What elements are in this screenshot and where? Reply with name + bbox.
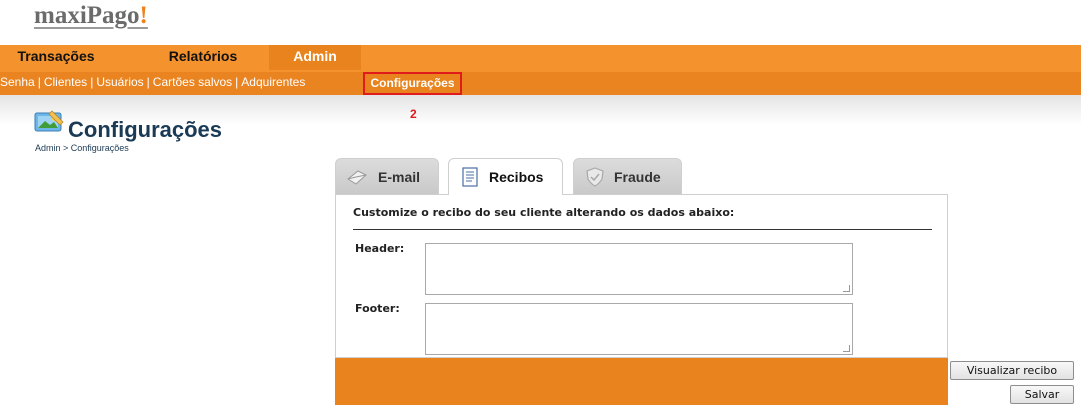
sub-nav-clientes[interactable]: Clientes <box>44 75 87 89</box>
resize-grip-icon[interactable] <box>843 345 850 352</box>
tab-fraude-label: Fraude <box>614 169 661 185</box>
separator: | <box>90 75 94 89</box>
divider <box>353 229 932 230</box>
top-tab-transacoes[interactable]: Transações <box>0 45 112 70</box>
annotation-marker: 2 <box>410 107 417 121</box>
page-title: Configurações <box>68 117 223 142</box>
separator: | <box>146 75 150 89</box>
settings-picture-icon <box>34 110 64 132</box>
preview-receipt-button[interactable]: Visualizar recibo <box>950 361 1074 380</box>
breadcrumb: Admin > Configurações <box>35 143 129 153</box>
receipt-settings-panel: Customize o recibo do seu cliente altera… <box>335 194 948 358</box>
sub-nav-adquirentes[interactable]: Adquirentes <box>241 75 305 89</box>
header-label: Header: <box>355 242 405 255</box>
tab-recibos-label: Recibos <box>489 169 544 185</box>
sub-nav-links: Senha | Clientes | Usuários | Cartões salvos | A… <box>0 72 305 95</box>
top-navigation: Transações Relatórios Admin <box>0 45 1081 73</box>
sub-nav-usuarios[interactable]: Usuários <box>96 75 143 89</box>
tab-recibos[interactable]: Recibos <box>448 158 563 195</box>
tab-email-label: E-mail <box>378 169 421 185</box>
tab-email[interactable]: E-mail <box>335 158 439 194</box>
separator: | <box>235 75 239 89</box>
separator: | <box>37 75 41 89</box>
header-textarea[interactable] <box>425 243 853 295</box>
sub-nav-configuracoes-current[interactable]: Configurações <box>363 72 462 95</box>
sub-nav-cartoes-salvos[interactable]: Cartões salvos <box>153 75 232 89</box>
sub-nav-senha[interactable]: Senha <box>0 75 35 89</box>
save-button[interactable]: Salvar <box>1010 385 1074 404</box>
tab-fraude[interactable]: Fraude <box>573 158 682 194</box>
instructions-text: Customize o recibo do seu cliente altera… <box>353 206 735 219</box>
shield-icon <box>586 167 604 187</box>
footer-label: Footer: <box>355 302 400 315</box>
footer-textarea[interactable] <box>425 303 853 355</box>
panel-footer-bar <box>335 358 948 405</box>
sub-navigation: Senha | Clientes | Usuários | Cartões salvos | A… <box>0 72 1081 95</box>
resize-grip-icon[interactable] <box>843 285 850 292</box>
envelope-icon <box>347 170 367 185</box>
top-tab-admin[interactable]: Admin <box>269 45 361 70</box>
receipt-icon <box>462 167 478 187</box>
top-tab-relatorios[interactable]: Relatórios <box>148 45 258 70</box>
brand-logo: maxiPago! <box>34 2 148 29</box>
